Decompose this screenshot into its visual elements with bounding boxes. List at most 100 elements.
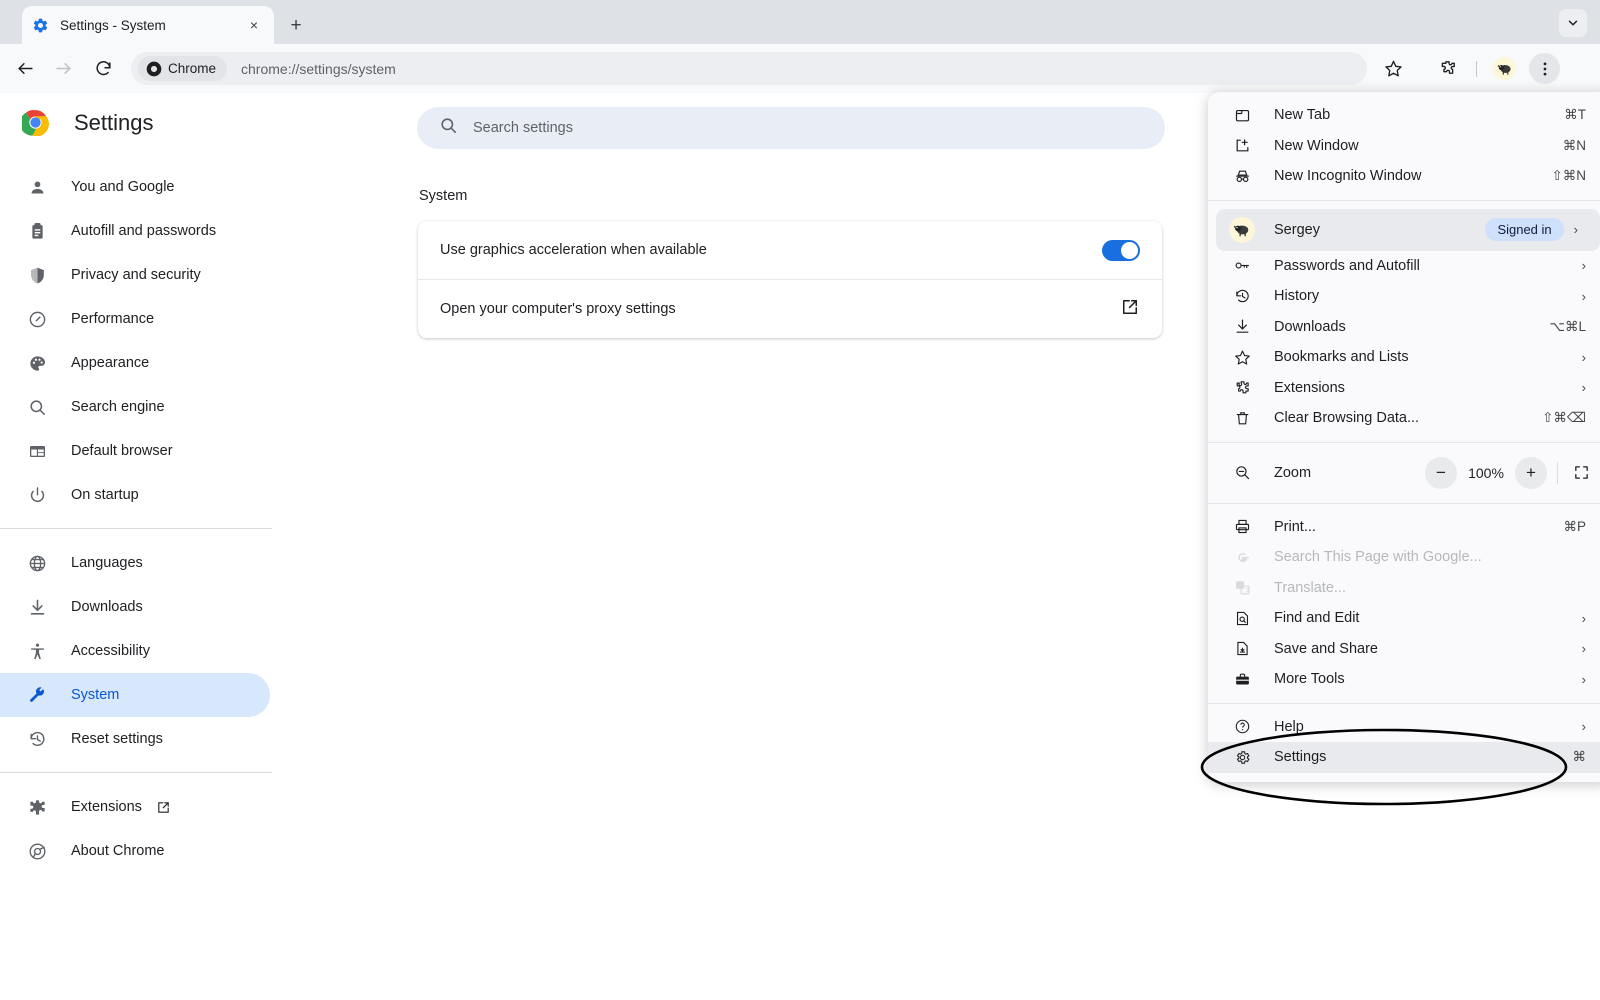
external-link-icon[interactable] — [1120, 297, 1140, 322]
zoom-out-button[interactable]: − — [1425, 456, 1457, 489]
sidebar-item-label: Languages — [71, 555, 143, 571]
new-tab-button[interactable]: + — [283, 12, 309, 38]
menu-item-find-and-edit[interactable]: Find and Edit › — [1208, 603, 1600, 634]
search-input[interactable] — [473, 107, 1165, 149]
setting-row-proxy-settings[interactable]: Open your computer's proxy settings — [418, 280, 1162, 338]
back-arrow-icon[interactable] — [10, 53, 41, 84]
menu-item-downloads[interactable]: Downloads ⌥⌘L — [1208, 312, 1600, 343]
chrome-origin-chip: Chrome — [138, 56, 228, 81]
menu-item-new-incognito-window[interactable]: New Incognito Window ⇧⌘N — [1208, 161, 1600, 192]
sidebar-item-autofill-and-passwords[interactable]: Autofill and passwords — [0, 209, 270, 253]
sidebar-item-languages[interactable]: Languages — [0, 541, 270, 585]
three-dot-menu-icon[interactable] — [1529, 53, 1560, 84]
chrome-main-menu: New Tab ⌘T New Window ⌘N New Incognito W… — [1208, 92, 1600, 782]
status-badge: Signed in — [1485, 218, 1564, 241]
chevron-right-icon: › — [1581, 258, 1586, 274]
sidebar-item-performance[interactable]: Performance — [0, 297, 270, 341]
menu-item-bookmarks-and-lists[interactable]: Bookmarks and Lists › — [1208, 342, 1600, 373]
setting-row-graphics-acceleration[interactable]: Use graphics acceleration when available — [418, 221, 1162, 279]
sidebar-item-label: Privacy and security — [71, 267, 201, 283]
menu-item-shortcut: ⇧⌘⌫ — [1542, 410, 1586, 426]
trash-icon — [1232, 410, 1252, 427]
close-icon[interactable]: × — [244, 15, 264, 35]
profile-name: Sergey — [1274, 221, 1320, 238]
sidebar-item-extensions[interactable]: Extensions — [0, 785, 270, 829]
menu-item-passwords-and-autofill[interactable]: Passwords and Autofill › — [1208, 251, 1600, 282]
avatar[interactable] — [1489, 53, 1520, 84]
section-title: System — [419, 188, 468, 204]
zoom-in-button[interactable]: + — [1515, 456, 1547, 489]
sidebar-item-label: Reset settings — [71, 731, 163, 747]
tab-title: Settings - System — [60, 17, 166, 33]
shield-icon — [25, 266, 49, 285]
new-tab-icon — [1232, 107, 1252, 124]
menu-item-help[interactable]: Help › — [1208, 712, 1600, 743]
menu-item-new-tab[interactable]: New Tab ⌘T — [1208, 100, 1600, 131]
browser-tab[interactable]: Settings - System × — [22, 6, 274, 44]
menu-item-clear-browsing-data[interactable]: Clear Browsing Data... ⇧⌘⌫ — [1208, 403, 1600, 434]
graphics-acceleration-toggle[interactable] — [1102, 239, 1140, 261]
star-icon[interactable] — [1378, 53, 1409, 84]
menu-divider-1 — [1208, 199, 1600, 201]
menu-item-label: More Tools — [1274, 671, 1345, 688]
menu-item-translate: 文 Translate... — [1208, 573, 1600, 604]
sidebar-item-system[interactable]: System — [0, 673, 270, 717]
menu-item-new-window[interactable]: New Window ⌘N — [1208, 131, 1600, 162]
chrome-chip-label: Chrome — [168, 61, 217, 76]
sheep-avatar-icon — [1493, 57, 1516, 80]
sidebar-item-default-browser[interactable]: Default browser — [0, 429, 270, 473]
printer-icon — [1232, 518, 1252, 535]
setting-label: Open your computer's proxy settings — [440, 301, 676, 317]
zoom-label: Zoom — [1274, 464, 1312, 481]
puzzle-icon — [1232, 379, 1252, 396]
page-title: Settings — [74, 109, 154, 135]
sidebar-item-label: About Chrome — [71, 843, 165, 859]
sidebar-item-search-engine[interactable]: Search engine — [0, 385, 270, 429]
history-restore-icon — [25, 730, 49, 749]
fullscreen-icon[interactable] — [1568, 464, 1594, 481]
toggle-knob — [1121, 241, 1138, 259]
sidebar-item-downloads[interactable]: Downloads — [0, 585, 270, 629]
menu-item-history[interactable]: History › — [1208, 281, 1600, 312]
menu-item-shortcut: ⌥⌘L — [1549, 318, 1586, 334]
external-link-icon — [156, 800, 171, 815]
search-settings-box[interactable] — [417, 107, 1165, 149]
menu-item-shortcut: ⇧⌘N — [1551, 168, 1586, 184]
sidebar-item-label: You and Google — [71, 179, 175, 195]
sidebar-item-label: Search engine — [71, 399, 165, 415]
sidebar-item-label: On startup — [71, 487, 139, 503]
settings-gear-favicon — [32, 17, 49, 34]
incognito-icon — [1232, 168, 1252, 185]
address-bar[interactable]: Chrome chrome://settings/system — [131, 52, 1367, 85]
menu-item-print[interactable]: Print... ⌘P — [1208, 512, 1600, 543]
menu-item-more-tools[interactable]: More Tools › — [1208, 664, 1600, 695]
menu-divider-4 — [1208, 702, 1600, 704]
menu-divider-2 — [1208, 441, 1600, 443]
menu-item-save-and-share[interactable]: Save and Share › — [1208, 634, 1600, 665]
chrome-logo-icon — [25, 842, 49, 861]
sidebar-item-accessibility[interactable]: Accessibility — [0, 629, 270, 673]
sidebar-item-you-and-google[interactable]: You and Google — [0, 165, 270, 209]
star-icon — [1232, 349, 1252, 366]
sidebar-item-label: Downloads — [71, 599, 143, 615]
sidebar-item-reset-settings[interactable]: Reset settings — [0, 717, 270, 761]
menu-item-label: Passwords and Autofill — [1274, 257, 1420, 274]
chevron-down-icon[interactable] — [1559, 9, 1587, 37]
sidebar-item-appearance[interactable]: Appearance — [0, 341, 270, 385]
menu-item-profile[interactable]: Sergey Signed in › — [1216, 208, 1600, 251]
sidebar-item-about-chrome[interactable]: About Chrome — [0, 829, 270, 873]
menu-item-label: History — [1274, 288, 1320, 305]
url-text: chrome://settings/system — [241, 60, 396, 77]
reload-icon[interactable] — [88, 53, 119, 84]
menu-item-extensions[interactable]: Extensions › — [1208, 373, 1600, 404]
menu-item-label: New Tab — [1274, 107, 1331, 124]
sidebar-item-on-startup[interactable]: On startup — [0, 473, 270, 517]
puzzle-icon[interactable] — [1432, 53, 1463, 84]
menu-item-settings[interactable]: Settings ⌘ — [1208, 742, 1600, 773]
menu-item-label: Settings — [1274, 749, 1327, 766]
chevron-right-icon: › — [1581, 610, 1586, 626]
sidebar-item-label: Extensions — [71, 799, 142, 815]
forward-arrow-icon[interactable] — [48, 53, 79, 84]
sidebar-item-privacy-and-security[interactable]: Privacy and security — [0, 253, 270, 297]
sidebar-item-label: Default browser — [71, 443, 173, 459]
